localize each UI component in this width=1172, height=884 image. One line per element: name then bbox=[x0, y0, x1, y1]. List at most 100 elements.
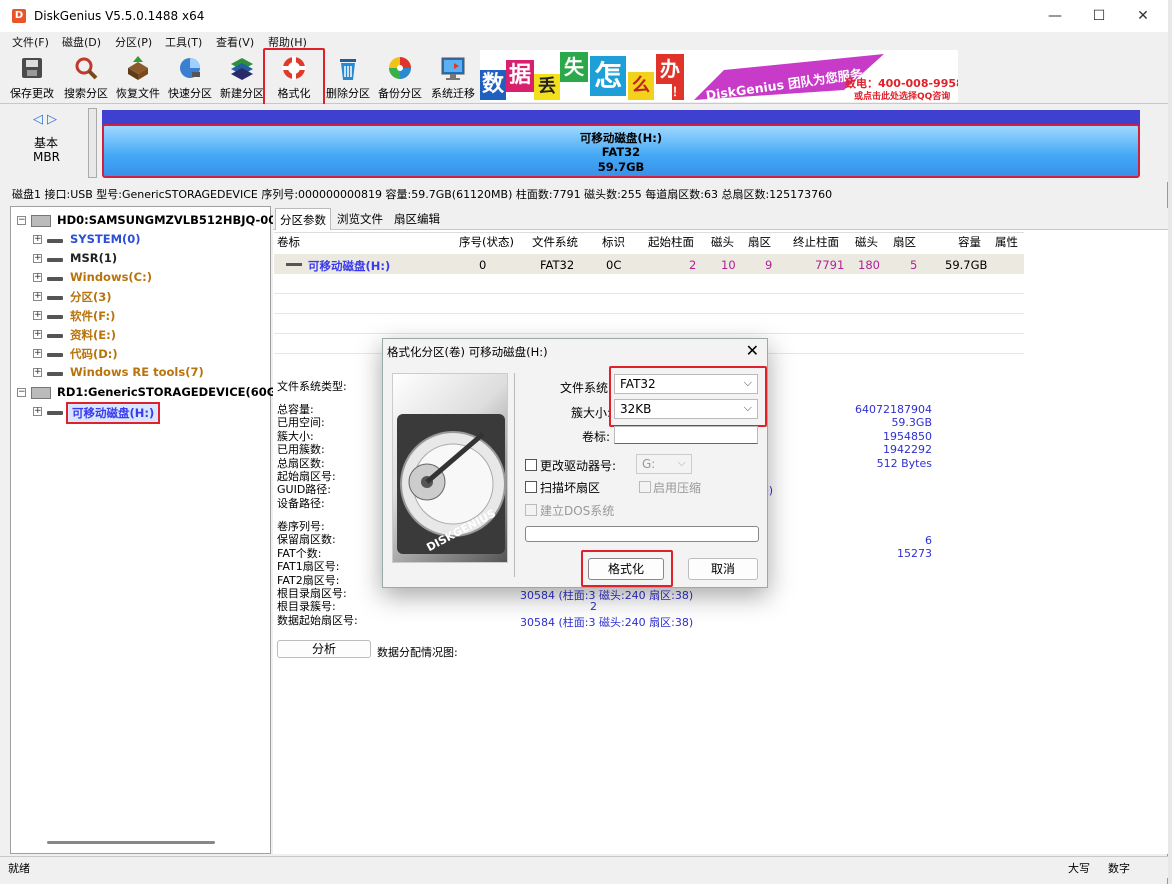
disk-scroll-handle[interactable] bbox=[88, 108, 97, 178]
expand-icon[interactable]: + bbox=[33, 330, 42, 339]
table-cell: 59.7GB bbox=[945, 258, 988, 272]
drive-letter-value: G: bbox=[642, 457, 656, 471]
backup-partition-button[interactable]: 备份分区 bbox=[372, 50, 428, 102]
drive-letter-select[interactable]: G: ⌵ bbox=[636, 454, 692, 474]
banner-char: 据 bbox=[506, 60, 534, 92]
expand-icon[interactable]: + bbox=[33, 273, 42, 282]
banner-char: ！ bbox=[672, 84, 685, 100]
menu-partition[interactable]: 分区(P) bbox=[115, 34, 152, 50]
table-header-cell[interactable]: 序号(状态) bbox=[459, 234, 514, 250]
menu-file[interactable]: 文件(F) bbox=[12, 34, 49, 50]
table-header-cell[interactable]: 磁头 bbox=[711, 234, 734, 250]
table-cell: 7791 bbox=[815, 258, 845, 272]
tree-partition-label: 代码(D:) bbox=[70, 347, 118, 361]
tab-partition-params[interactable]: 分区参数 bbox=[275, 208, 331, 230]
backup-icon bbox=[389, 57, 411, 79]
banner-qq: 或点击此处选择QQ咨询 bbox=[854, 92, 951, 102]
compression-checkbox[interactable] bbox=[639, 481, 651, 493]
info-value: 64072187904 bbox=[855, 403, 932, 416]
analyze-button[interactable]: 分析 bbox=[277, 640, 371, 658]
ad-banner[interactable]: 数 据 丢 失 怎 么 办 ！ DiskGenius 团队为您服务 致电：400… bbox=[480, 50, 958, 102]
collapse-icon[interactable]: − bbox=[17, 216, 26, 225]
dos-system-checkbox[interactable] bbox=[525, 504, 537, 516]
table-header-cell[interactable]: 文件系统 bbox=[532, 234, 578, 250]
table-header-cell[interactable]: 容量 bbox=[958, 234, 981, 250]
change-drive-checkbox[interactable] bbox=[525, 459, 537, 471]
table-cell: 0C bbox=[606, 258, 622, 272]
info-label: 簇大小: bbox=[277, 429, 314, 443]
cluster-size-select[interactable]: 32KB ⌵ bbox=[614, 399, 758, 419]
banner-char: 怎 bbox=[590, 56, 626, 96]
menu-help[interactable]: 帮助(H) bbox=[268, 34, 307, 50]
expand-icon[interactable]: + bbox=[33, 368, 42, 377]
info-label: FAT2扇区号: bbox=[277, 573, 340, 587]
table-header-cell[interactable]: 终止柱面 bbox=[793, 234, 839, 250]
partition-icon bbox=[47, 315, 63, 319]
banner-char: 数 bbox=[480, 70, 506, 100]
table-cell: 2 bbox=[689, 258, 697, 272]
fs-select[interactable]: FAT32 ⌵ bbox=[614, 374, 758, 394]
system-migration-button[interactable]: 系统迁移 bbox=[425, 50, 481, 102]
nav-right-icon[interactable]: ▷ bbox=[47, 112, 57, 127]
info-value: 1954850 bbox=[883, 429, 932, 443]
partition-icon bbox=[47, 277, 63, 281]
info-label: 根目录簇号: bbox=[277, 600, 336, 614]
volume-label-input[interactable] bbox=[614, 426, 758, 444]
status-num: 数字 bbox=[1108, 862, 1130, 875]
tree-partition-label: SYSTEM(0) bbox=[70, 232, 141, 246]
table-header-cell[interactable]: 扇区 bbox=[748, 234, 771, 250]
partition-block-h[interactable]: 可移动磁盘(H:) FAT32 59.7GB bbox=[102, 124, 1140, 178]
format-confirm-button[interactable]: 格式化 bbox=[588, 558, 664, 580]
expand-icon[interactable]: + bbox=[33, 349, 42, 358]
table-header-cell[interactable]: 起始柱面 bbox=[648, 234, 694, 250]
tab-browse-files[interactable]: 浏览文件 bbox=[333, 208, 387, 230]
menu-view[interactable]: 查看(V) bbox=[216, 34, 254, 50]
format-icon bbox=[282, 56, 306, 80]
scan-bad-sectors-checkbox[interactable] bbox=[525, 481, 537, 493]
table-header-cell[interactable]: 扇区 bbox=[893, 234, 916, 250]
maximize-button[interactable]: ☐ bbox=[1084, 6, 1114, 26]
fs-select-value: FAT32 bbox=[620, 377, 656, 391]
expand-icon[interactable]: + bbox=[33, 254, 42, 263]
info-value: 512 Bytes bbox=[876, 456, 932, 470]
partition-icon bbox=[47, 353, 63, 357]
dialog-close-button[interactable]: ✕ bbox=[746, 341, 759, 360]
cancel-button[interactable]: 取消 bbox=[688, 558, 758, 580]
expand-icon[interactable]: + bbox=[33, 292, 42, 301]
tree-partition-label: Windows(C:) bbox=[70, 270, 152, 284]
format-progress-bar bbox=[525, 526, 759, 542]
partition-icon bbox=[47, 258, 63, 262]
tab-sector-edit[interactable]: 扇区编辑 bbox=[390, 208, 444, 230]
info-value: 30584 (柱面:3 磁头:240 扇区:38) bbox=[520, 589, 694, 602]
nav-left-icon[interactable]: ◁ bbox=[33, 112, 43, 127]
partition-block-fs: FAT32 bbox=[601, 145, 641, 159]
banner-char: 办 bbox=[656, 54, 684, 84]
menu-disk[interactable]: 磁盘(D) bbox=[62, 34, 101, 50]
info-label: GUID路径: bbox=[277, 483, 331, 497]
info-value: 1942292 bbox=[883, 443, 932, 457]
partition-icon bbox=[47, 239, 63, 243]
expand-icon[interactable]: + bbox=[33, 235, 42, 244]
table-header-cell[interactable]: 卷标 bbox=[277, 234, 300, 250]
expand-icon[interactable]: + bbox=[33, 407, 42, 416]
removable-disk-icon bbox=[31, 387, 51, 399]
save-changes-button[interactable]: 保存更改 bbox=[4, 50, 60, 102]
search-icon bbox=[75, 57, 98, 80]
tree-horizontal-scrollbar[interactable] bbox=[47, 841, 215, 844]
table-header-cell[interactable]: 标识 bbox=[602, 234, 625, 250]
collapse-icon[interactable]: − bbox=[17, 388, 26, 397]
info-label: 已用空间: bbox=[277, 416, 325, 430]
minimize-button[interactable]: — bbox=[1040, 6, 1070, 26]
partition-icon bbox=[47, 296, 63, 300]
expand-icon[interactable]: + bbox=[33, 311, 42, 320]
close-button[interactable]: ✕ bbox=[1128, 6, 1158, 26]
disk-map: ◁ ▷ 基本 MBR 可移动磁盘(H:) FAT32 59.7GB bbox=[0, 104, 1168, 182]
table-header-cell[interactable]: 属性 bbox=[995, 234, 1018, 250]
table-cell: 10 bbox=[721, 258, 736, 272]
tree-disk0-label: HD0:SAMSUNGMZVLB512HBJQ-000H bbox=[57, 213, 294, 227]
menu-tools[interactable]: 工具(T) bbox=[165, 34, 202, 50]
format-button[interactable]: 格式化 bbox=[266, 50, 322, 102]
info-label: 保留扇区数: bbox=[277, 533, 336, 547]
table-header-cell[interactable]: 磁头 bbox=[855, 234, 878, 250]
tree-partition-label: Windows RE tools(7) bbox=[70, 365, 204, 379]
